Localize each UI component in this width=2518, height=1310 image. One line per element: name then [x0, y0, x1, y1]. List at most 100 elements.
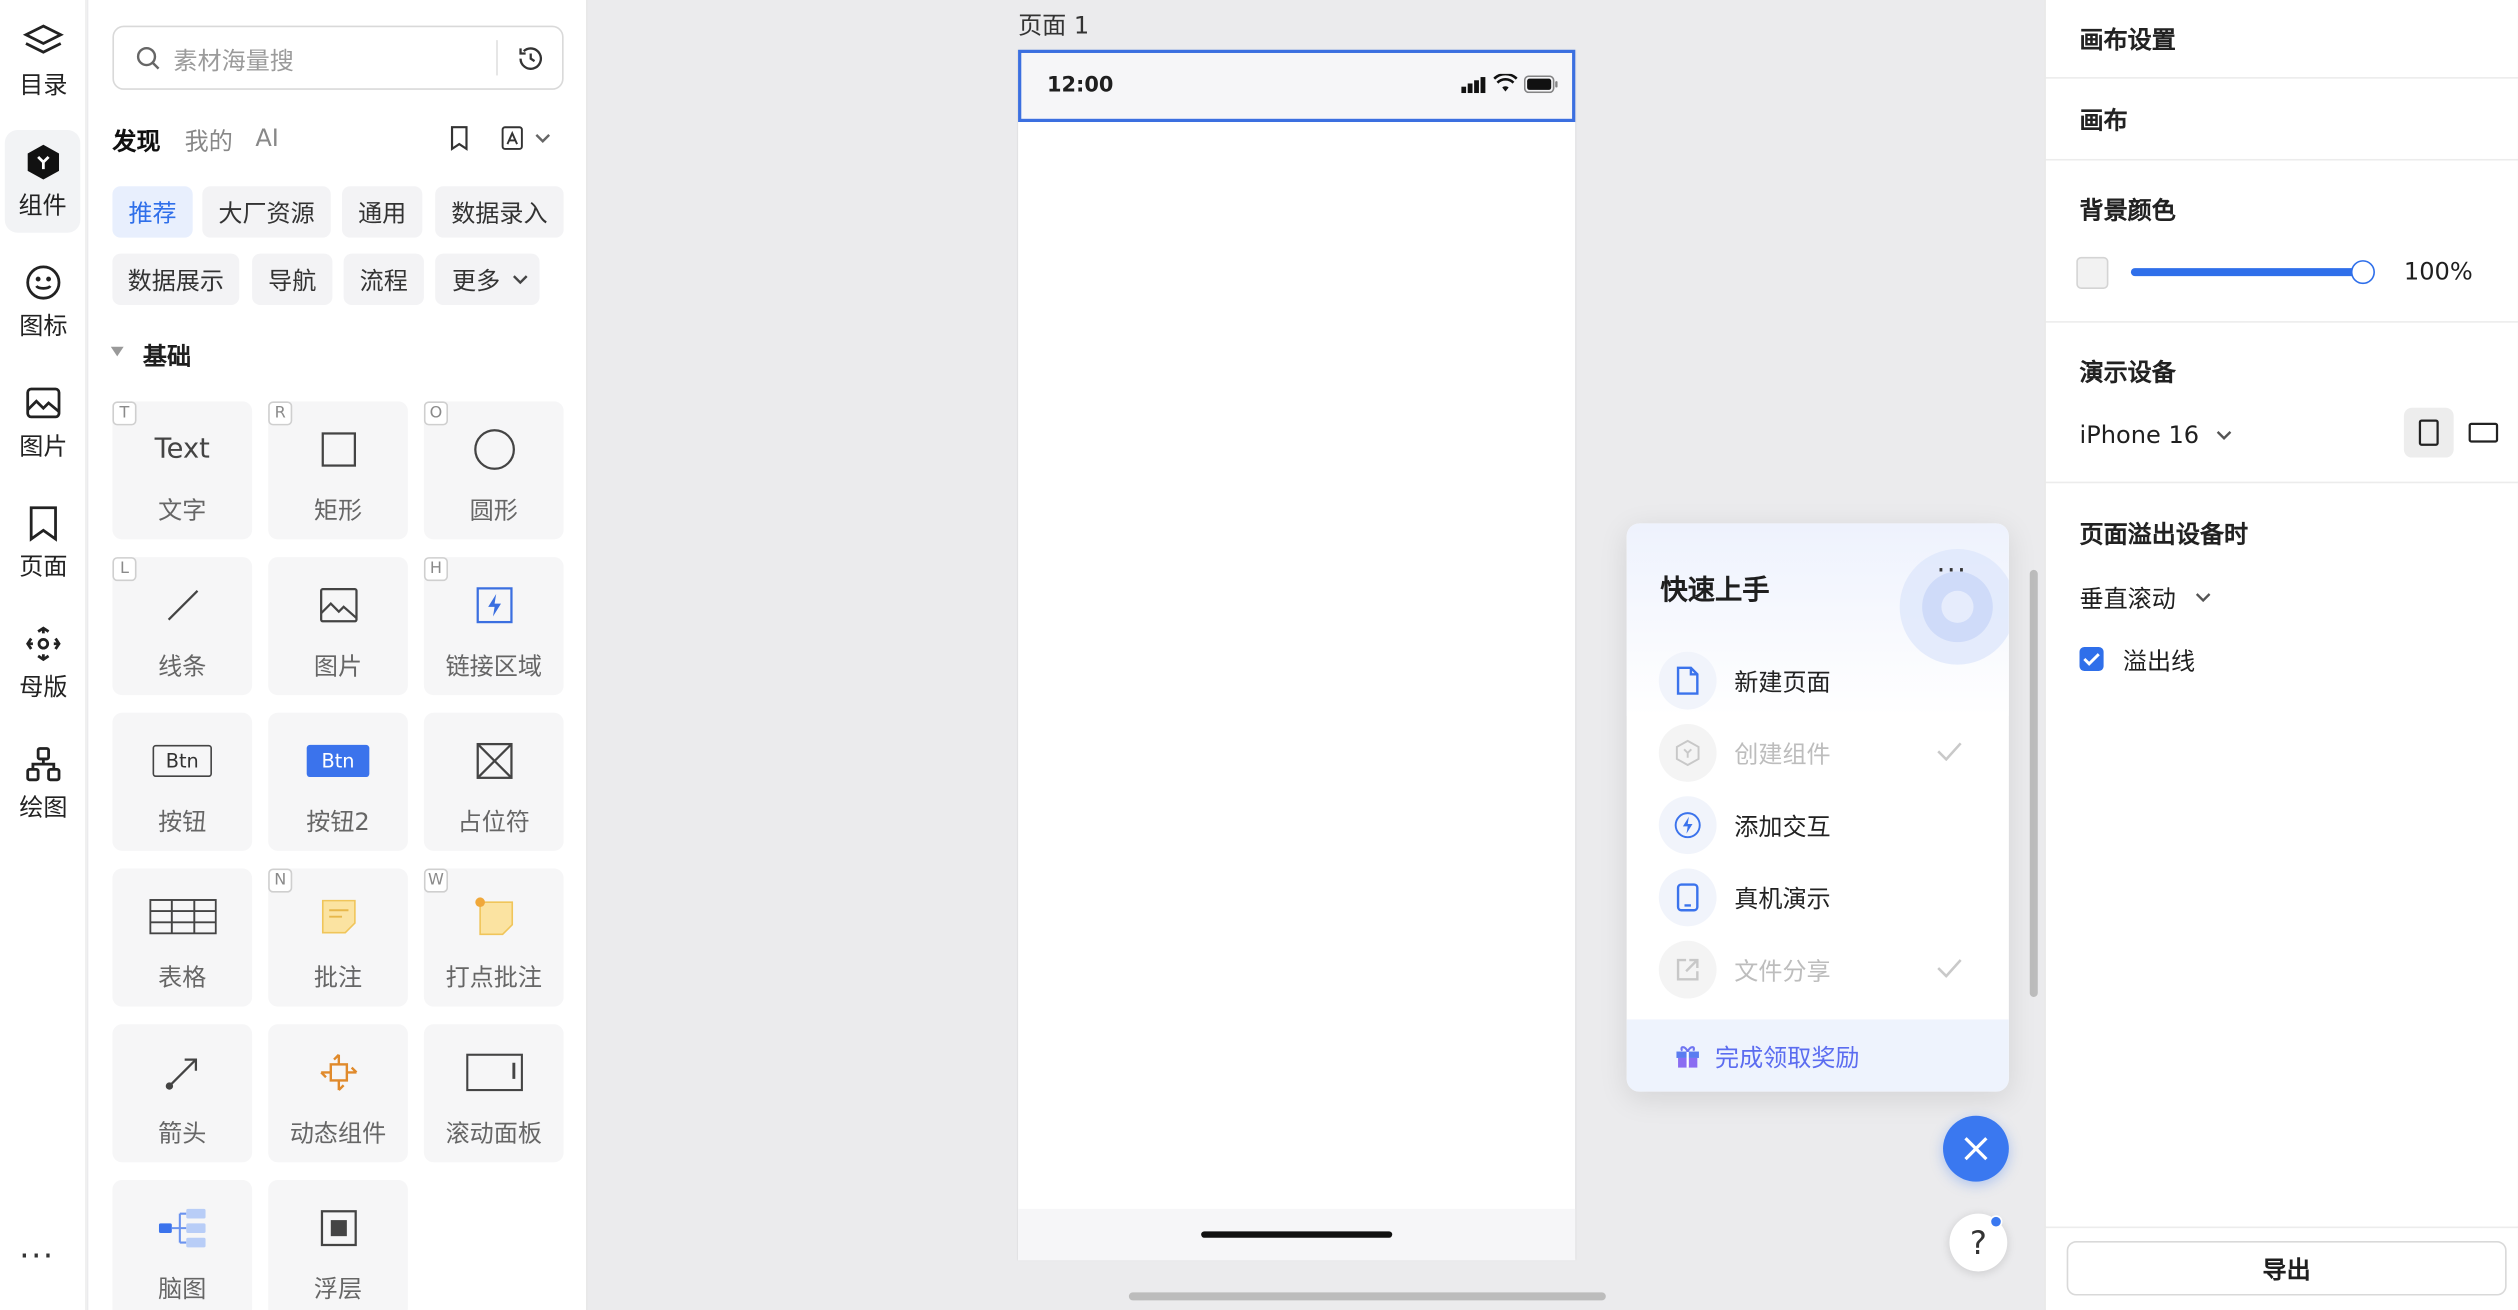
chevron-down-icon [513, 275, 528, 285]
rail-label: 母版 [19, 672, 68, 702]
overflow-line-checkbox[interactable] [2079, 646, 2104, 672]
table-icon [112, 891, 252, 942]
rail-item-images[interactable]: 图片 [0, 371, 87, 474]
history-icon[interactable] [515, 43, 546, 74]
tile-label: 浮层 [313, 1274, 363, 1304]
quickstart-label: 文件分享 [1734, 956, 1831, 985]
overflow-label: 页面溢出设备时 [2079, 520, 2249, 550]
chip-data-display[interactable]: 数据展示 [112, 253, 240, 306]
portrait-button[interactable] [2403, 407, 2454, 458]
quickstart-label: 添加交互 [1734, 811, 1831, 841]
search-icon [136, 46, 160, 70]
component-icon [1658, 724, 1717, 782]
divider [2045, 77, 2518, 79]
bg-color-swatch[interactable] [2076, 256, 2109, 289]
more-menu-button[interactable]: ··· [19, 1236, 54, 1275]
search-placeholder: 素材海量搜 [173, 46, 294, 76]
status-bar[interactable]: 12:00 [1018, 49, 1576, 123]
chip-general[interactable]: 通用 [342, 186, 423, 238]
tile-dynamic-component[interactable]: 动态组件 [268, 1024, 408, 1163]
rectangle-icon [268, 424, 408, 475]
phone-frame[interactable]: 12:00 [1018, 49, 1576, 1261]
tile-table[interactable]: 表格 [112, 868, 253, 1007]
tile-mindmap[interactable]: 脑图 [112, 1179, 253, 1310]
rail-label: 组件 [18, 191, 67, 220]
library-icon[interactable] [498, 122, 527, 154]
tile-button[interactable]: Btn 按钮 [112, 712, 253, 851]
floating-layer-icon [268, 1202, 408, 1253]
tile-text[interactable]: T Text 文字 [112, 401, 253, 540]
tab-discover[interactable]: 发现 [112, 124, 160, 158]
device-value: iPhone 16 [2079, 420, 2200, 450]
rail-item-pages[interactable]: 页面 [0, 491, 87, 594]
tile-rectangle[interactable]: R 矩形 [268, 401, 408, 540]
chevron-down-icon [2215, 431, 2231, 440]
opacity-value[interactable]: 100% [2404, 257, 2473, 286]
chevron-down-icon[interactable] [535, 132, 551, 145]
bookmark-icon[interactable] [445, 122, 474, 154]
chip-data-entry[interactable]: 数据录入 [435, 186, 564, 238]
section-title: 基础 [142, 341, 192, 371]
tile-placeholder[interactable]: 占位符 [423, 712, 564, 851]
tile-circle[interactable]: O 圆形 [423, 401, 564, 540]
horizontal-scrollbar[interactable] [1128, 1292, 1606, 1301]
tile-label: 按钮2 [306, 807, 370, 837]
rail-item-icons[interactable]: 图标 [0, 250, 87, 353]
tile-label: 圆形 [469, 496, 518, 525]
tab-ai[interactable]: AI [255, 124, 279, 153]
quickstart-item-new-page[interactable]: 新建页面 [1658, 651, 1996, 710]
wifi-icon [1493, 73, 1518, 92]
quickstart-panel: 快速上手 ··· 新建页面 创建组件 添加交互 真机演示 文件分享 完成领取奖励 [1626, 523, 2009, 1092]
caret-down-icon[interactable] [109, 345, 125, 358]
close-button[interactable] [1943, 1115, 2009, 1182]
quickstart-item-add-interaction[interactable]: 添加交互 [1658, 796, 1996, 855]
tile-button2[interactable]: Btn 按钮2 [268, 712, 408, 851]
tile-annotation[interactable]: N 批注 [268, 868, 408, 1007]
properties-panel: 画布设置 画布 背景颜色 100% 演示设备 iPhone 16 页面溢出设备时… [2044, 0, 2518, 1310]
rail-label: 目录 [19, 70, 68, 100]
bg-color-label: 背景颜色 [2079, 195, 2176, 225]
export-button[interactable]: 导出 [2066, 1240, 2507, 1296]
more-icon[interactable]: ··· [1937, 555, 1968, 587]
pin-note-icon [424, 891, 564, 942]
tile-line[interactable]: L 线条 [112, 557, 253, 696]
rail-label: 图标 [19, 311, 68, 341]
quickstart-item-device-preview[interactable]: 真机演示 [1658, 868, 1996, 927]
quickstart-item-file-share[interactable]: 文件分享 [1658, 940, 1996, 999]
master-icon [26, 626, 61, 662]
overflow-mode-select[interactable]: 垂直滚动 [2080, 581, 2212, 613]
text-icon: Text [154, 433, 210, 466]
tile-pin-annotation[interactable]: W 打点批注 [423, 868, 564, 1007]
search-input[interactable]: 素材海量搜 [112, 25, 564, 90]
vertical-scrollbar[interactable] [2029, 569, 2038, 997]
divider [2045, 1226, 2518, 1229]
rail-item-components[interactable]: 组件 [4, 130, 81, 233]
tile-floating-layer[interactable]: 浮层 [268, 1179, 408, 1310]
opacity-slider-thumb[interactable] [2350, 260, 2375, 285]
tab-mine[interactable]: 我的 [185, 124, 233, 158]
image-icon [268, 580, 408, 631]
device-select[interactable]: iPhone 16 [2080, 419, 2232, 451]
tile-label: 动态组件 [289, 1118, 387, 1148]
chip-navigation[interactable]: 导航 [252, 253, 333, 306]
chevron-down-icon [2195, 593, 2211, 603]
gift-icon [1676, 1046, 1699, 1068]
quickstart-item-create-component[interactable]: 创建组件 [1658, 724, 1996, 782]
tile-image[interactable]: 图片 [268, 557, 408, 696]
reward-bar[interactable]: 完成领取奖励 [1626, 1019, 2009, 1092]
opacity-slider-track[interactable] [2130, 268, 2361, 277]
landscape-icon[interactable] [2468, 422, 2499, 443]
components-panel: 素材海量搜 发现 我的 AI 推荐 大厂资源 通用 数据录入 数据展示 导航 流… [88, 0, 588, 1310]
tile-arrow[interactable]: 箭头 [112, 1024, 253, 1163]
rail-item-master[interactable]: 母版 [0, 612, 87, 715]
rail-item-directory[interactable]: 目录 [0, 10, 87, 113]
rail-item-drawing[interactable]: 绘图 [0, 732, 87, 835]
quickstart-label: 新建页面 [1734, 667, 1831, 696]
tile-scroll-panel[interactable]: 滚动面板 [423, 1024, 564, 1163]
button-filled-icon: Btn [268, 735, 408, 786]
chip-more[interactable]: 更多 [435, 253, 540, 306]
chip-recommended[interactable]: 推荐 [112, 186, 193, 238]
chip-flow[interactable]: 流程 [343, 253, 424, 306]
chip-big-company[interactable]: 大厂资源 [202, 186, 331, 238]
tile-link-area[interactable]: H 链接区域 [423, 557, 564, 696]
